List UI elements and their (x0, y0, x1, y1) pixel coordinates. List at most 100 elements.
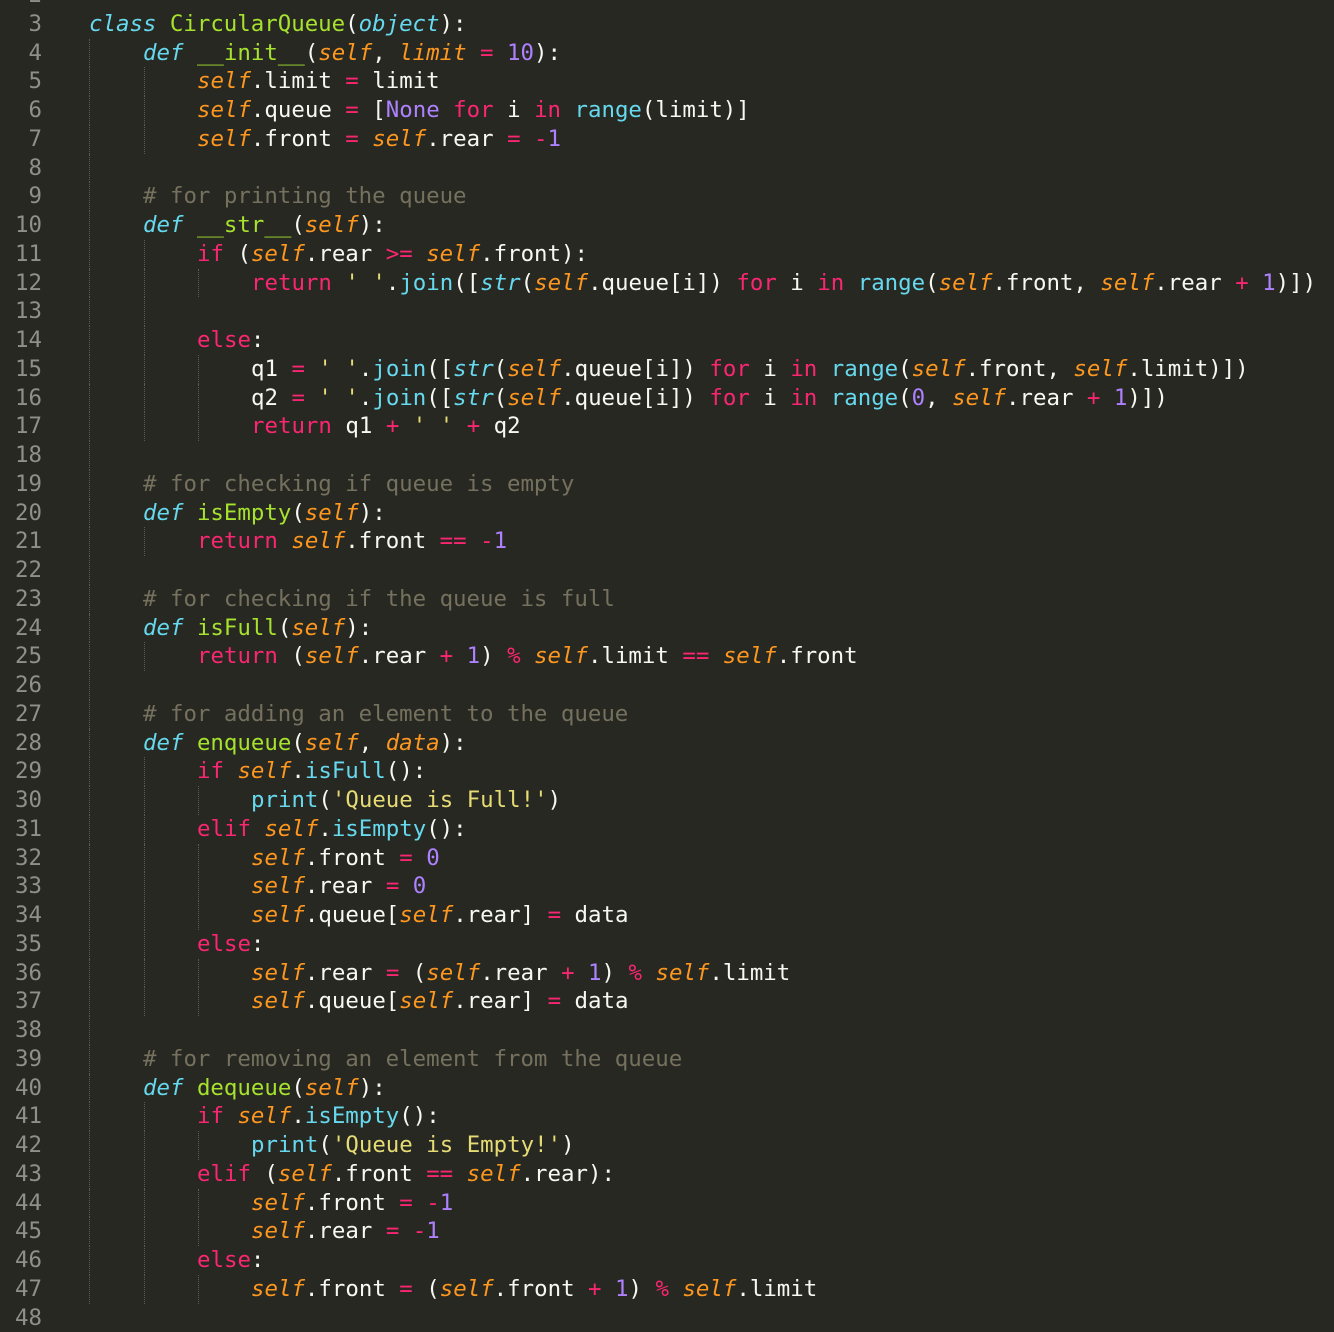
code-line[interactable]: 10def __str__(self): (0, 211, 1334, 240)
line-number: 36 (0, 959, 42, 988)
indent-guide (89, 930, 90, 959)
code-line[interactable]: 40def dequeue(self): (0, 1074, 1334, 1103)
line-number: 8 (0, 154, 42, 183)
code-line[interactable]: 42print('Queue is Empty!') (0, 1131, 1334, 1160)
code-line[interactable]: 3class CircularQueue(object): (0, 10, 1334, 39)
indent-guide (144, 1275, 145, 1304)
code-text: def __init__(self, limit = 10): (143, 39, 561, 68)
code-token: limit (399, 40, 466, 66)
code-text: if (self.rear >= self.front): (197, 240, 588, 269)
code-token: .queue[i]) (588, 270, 736, 296)
code-token: self (251, 960, 305, 986)
code-line[interactable]: 24def isFull(self): (0, 614, 1334, 643)
code-line[interactable]: 9# for printing the queue (0, 182, 1334, 211)
code-token (224, 1103, 237, 1129)
code-token: if (197, 758, 224, 784)
code-line[interactable]: 35else: (0, 930, 1334, 959)
code-line[interactable]: 43elif (self.front == self.rear): (0, 1160, 1334, 1189)
code-token: self (426, 960, 480, 986)
line-number: 17 (0, 412, 42, 441)
code-line[interactable]: 27# for adding an element to the queue (0, 700, 1334, 729)
code-line[interactable]: 11if (self.rear >= self.front): (0, 240, 1334, 269)
code-line[interactable]: 18 (0, 441, 1334, 470)
code-line[interactable]: 26 (0, 671, 1334, 700)
code-token: 1 (615, 1276, 628, 1302)
code-token (602, 1276, 615, 1302)
indent-guide (144, 412, 145, 441)
code-token: 1 (1262, 270, 1275, 296)
code-line[interactable]: 33self.rear = 0 (0, 872, 1334, 901)
code-line[interactable]: 16q2 = ' '.join([str(self.queue[i]) for … (0, 384, 1334, 413)
line-number: 44 (0, 1189, 42, 1218)
code-line[interactable]: 5self.limit = limit (0, 67, 1334, 96)
indent-guide (89, 441, 90, 470)
indent-guide (144, 269, 145, 298)
code-line[interactable]: 12return ' '.join([str(self.queue[i]) fo… (0, 269, 1334, 298)
indent-guide (198, 384, 199, 413)
code-token (413, 845, 426, 871)
code-line[interactable]: 13 (0, 297, 1334, 326)
code-token: class (89, 11, 156, 37)
code-line[interactable]: 23# for checking if the queue is full (0, 585, 1334, 614)
code-line[interactable]: 46else: (0, 1246, 1334, 1275)
code-token (305, 385, 318, 411)
code-line[interactable]: 25return (self.rear + 1) % self.limit ==… (0, 642, 1334, 671)
code-token: , (925, 385, 952, 411)
code-line[interactable]: 32self.front = 0 (0, 844, 1334, 873)
indent-guide (144, 844, 145, 873)
code-token: self (237, 1103, 291, 1129)
code-token: = (480, 40, 493, 66)
code-line[interactable]: 29if self.isFull(): (0, 757, 1334, 786)
indent-guide (89, 355, 90, 384)
code-line[interactable]: 38 (0, 1016, 1334, 1045)
code-line[interactable]: 31elif self.isEmpty(): (0, 815, 1334, 844)
code-token: ): (359, 212, 386, 238)
code-line[interactable]: 22 (0, 556, 1334, 585)
code-line[interactable]: 15q1 = ' '.join([str(self.queue[i]) for … (0, 355, 1334, 384)
code-line[interactable]: 37self.queue[self.rear] = data (0, 987, 1334, 1016)
code-line[interactable]: 6self.queue = [None for i in range(limit… (0, 96, 1334, 125)
code-token: ( (291, 500, 304, 526)
code-token: self (305, 643, 359, 669)
code-token: self (318, 40, 372, 66)
indent-guide (198, 1189, 199, 1218)
code-token: = (345, 126, 358, 152)
code-token: , (372, 40, 399, 66)
indent-guide (89, 844, 90, 873)
code-token: ): (440, 730, 467, 756)
code-line[interactable]: 41if self.isEmpty(): (0, 1102, 1334, 1131)
indent-guide (144, 959, 145, 988)
code-line[interactable]: 8 (0, 154, 1334, 183)
code-line[interactable]: 4def __init__(self, limit = 10): (0, 39, 1334, 68)
code-token (359, 126, 372, 152)
code-line[interactable]: 2 (0, 0, 1334, 10)
code-line[interactable]: 19# for checking if queue is empty (0, 470, 1334, 499)
code-line[interactable]: 20def isEmpty(self): (0, 499, 1334, 528)
code-editor[interactable]: 23class CircularQueue(object):4def __ini… (0, 0, 1334, 1332)
indent-guide (198, 1275, 199, 1304)
code-line[interactable]: 44self.front = -1 (0, 1189, 1334, 1218)
indent-guide (198, 901, 199, 930)
code-line[interactable]: 45self.rear = -1 (0, 1217, 1334, 1246)
code-line[interactable]: 48 (0, 1304, 1334, 1332)
code-line[interactable]: 28def enqueue(self, data): (0, 729, 1334, 758)
code-token: .rear): (521, 1161, 615, 1187)
code-line[interactable]: 21return self.front == -1 (0, 527, 1334, 556)
code-line[interactable]: 34self.queue[self.rear] = data (0, 901, 1334, 930)
code-line[interactable]: 7self.front = self.rear = -1 (0, 125, 1334, 154)
code-token: ( (291, 730, 304, 756)
code-line[interactable]: 39# for removing an element from the que… (0, 1045, 1334, 1074)
code-token: self (440, 1276, 494, 1302)
code-line[interactable]: 14else: (0, 326, 1334, 355)
code-text: else: (197, 930, 264, 959)
indent-guide (89, 642, 90, 671)
code-token: .limit (588, 643, 682, 669)
line-number: 39 (0, 1045, 42, 1074)
code-line[interactable]: 47self.front = (self.front + 1) % self.l… (0, 1275, 1334, 1304)
code-line[interactable]: 36self.rear = (self.rear + 1) % self.lim… (0, 959, 1334, 988)
code-token: .front): (480, 241, 588, 267)
indent-guide (89, 326, 90, 355)
code-token: self (264, 816, 318, 842)
code-line[interactable]: 30print('Queue is Full!') (0, 786, 1334, 815)
code-line[interactable]: 17return q1 + ' ' + q2 (0, 412, 1334, 441)
